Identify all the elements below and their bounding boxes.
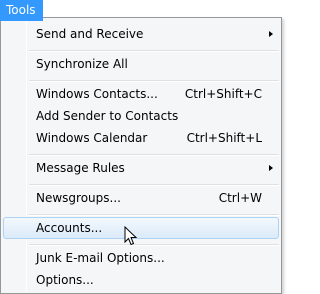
menu-item-label: Add Sender to Contacts	[36, 109, 179, 123]
menu-item-windows-contacts[interactable]: Windows Contacts... Ctrl+Shift+C	[3, 83, 279, 105]
menu-item-label: Accounts...	[36, 221, 103, 235]
menu-separator	[29, 244, 279, 246]
menu-item-label: Windows Calendar	[36, 131, 148, 145]
menubar-tools[interactable]: Tools	[0, 0, 43, 21]
menu-item-label: Message Rules	[36, 161, 125, 175]
menu-item-shortcut: Ctrl+Shift+C	[184, 87, 262, 101]
menu-item-label: Newsgroups...	[36, 191, 121, 205]
menu-separator	[29, 80, 279, 82]
screen: Send and Receive Synchronize All Windows…	[0, 0, 282, 294]
menu-item-label: Synchronize All	[36, 57, 128, 71]
menu-item-shortcut: Ctrl+Shift+L	[186, 131, 262, 145]
menu-item-label: Options...	[36, 273, 94, 287]
chevron-right-icon	[269, 165, 273, 171]
menu-item-accounts[interactable]: Accounts...	[3, 217, 279, 239]
menu-item-junk-email-options[interactable]: Junk E-mail Options...	[3, 247, 279, 269]
menu-separator	[29, 154, 279, 156]
menu-item-label: Junk E-mail Options...	[36, 251, 165, 265]
menu-item-label: Windows Contacts...	[36, 87, 158, 101]
menu-separator	[29, 184, 279, 186]
menu-item-windows-calendar[interactable]: Windows Calendar Ctrl+Shift+L	[3, 127, 279, 149]
menu-item-send-and-receive[interactable]: Send and Receive	[3, 23, 279, 45]
mouse-pointer-icon	[124, 226, 138, 246]
menu-item-label: Send and Receive	[36, 27, 144, 41]
menu-item-add-sender-to-contacts[interactable]: Add Sender to Contacts	[3, 105, 279, 127]
menu-item-newsgroups[interactable]: Newsgroups... Ctrl+W	[3, 187, 279, 209]
menu-item-shortcut: Ctrl+W	[218, 191, 262, 205]
tools-menu: Send and Receive Synchronize All Windows…	[0, 17, 282, 294]
menu-separator	[29, 214, 279, 216]
chevron-right-icon	[269, 31, 273, 37]
menu-item-options[interactable]: Options...	[3, 269, 279, 291]
menu-separator	[29, 50, 279, 52]
menu-item-synchronize-all[interactable]: Synchronize All	[3, 53, 279, 75]
menu-item-message-rules[interactable]: Message Rules	[3, 157, 279, 179]
